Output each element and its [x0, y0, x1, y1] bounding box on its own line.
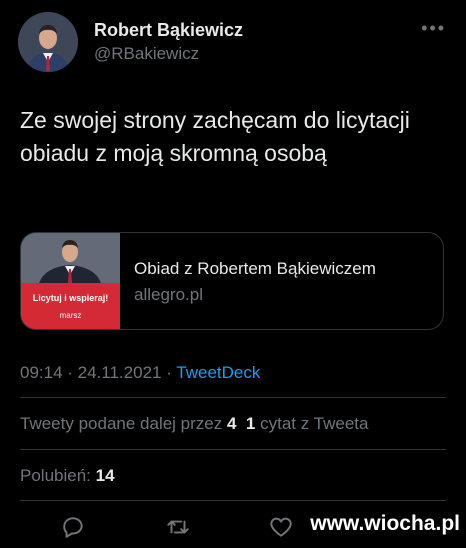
meta-separator: · [62, 363, 78, 382]
watermark: www.wiocha.pl [310, 512, 460, 535]
like-stats: Polubień: 14 [20, 466, 115, 486]
author-handle[interactable]: @RBakiewicz [94, 44, 199, 64]
more-options-icon[interactable]: ••• [421, 18, 446, 39]
divider [20, 449, 446, 450]
quotes-count[interactable]: 1 [246, 414, 255, 433]
avatar[interactable] [18, 12, 78, 72]
divider [20, 397, 446, 398]
card-banner-text: Licytuj i wspieraj! [32, 293, 109, 303]
retweet-icon[interactable] [165, 514, 191, 540]
author-name[interactable]: Robert Bąkiewicz [94, 20, 243, 41]
card-banner: Licytuj i wspieraj! marsz [21, 283, 120, 329]
likes-count[interactable]: 14 [96, 466, 115, 485]
card-domain[interactable]: allegro.pl [134, 285, 203, 305]
quotes-label[interactable]: cytat z Tweeta [260, 414, 368, 433]
card-thumbnail: Licytuj i wspieraj! marsz [21, 233, 120, 329]
avatar-photo [18, 12, 78, 72]
tweet-source-link[interactable]: TweetDeck [176, 363, 260, 382]
tweet-date[interactable]: 24.11.2021 [78, 363, 162, 382]
retweets-count[interactable]: 4 [227, 414, 236, 433]
tweet-time[interactable]: 09:14 [20, 363, 63, 382]
divider [20, 500, 446, 501]
tweet-text: Ze swojej strony zachęcam do licytacji o… [20, 107, 410, 166]
likes-label[interactable]: Polubień: [20, 466, 91, 485]
like-icon[interactable] [268, 514, 294, 540]
retweet-stats: Tweety podane dalej przez 4 1 cytat z Tw… [20, 414, 368, 434]
meta-separator: · [161, 363, 177, 382]
retweets-label[interactable]: Tweety podane dalej przez [20, 414, 222, 433]
link-card[interactable]: Licytuj i wspieraj! marsz Obiad z Robert… [20, 232, 444, 330]
tweet-meta: 09:14 · 24.11.2021 · TweetDeck [20, 363, 260, 383]
reply-icon[interactable] [60, 514, 86, 540]
card-title[interactable]: Obiad z Robertem Bąkiewiczem [134, 259, 376, 279]
card-photo [21, 233, 120, 283]
card-banner-logo: marsz [59, 311, 82, 320]
